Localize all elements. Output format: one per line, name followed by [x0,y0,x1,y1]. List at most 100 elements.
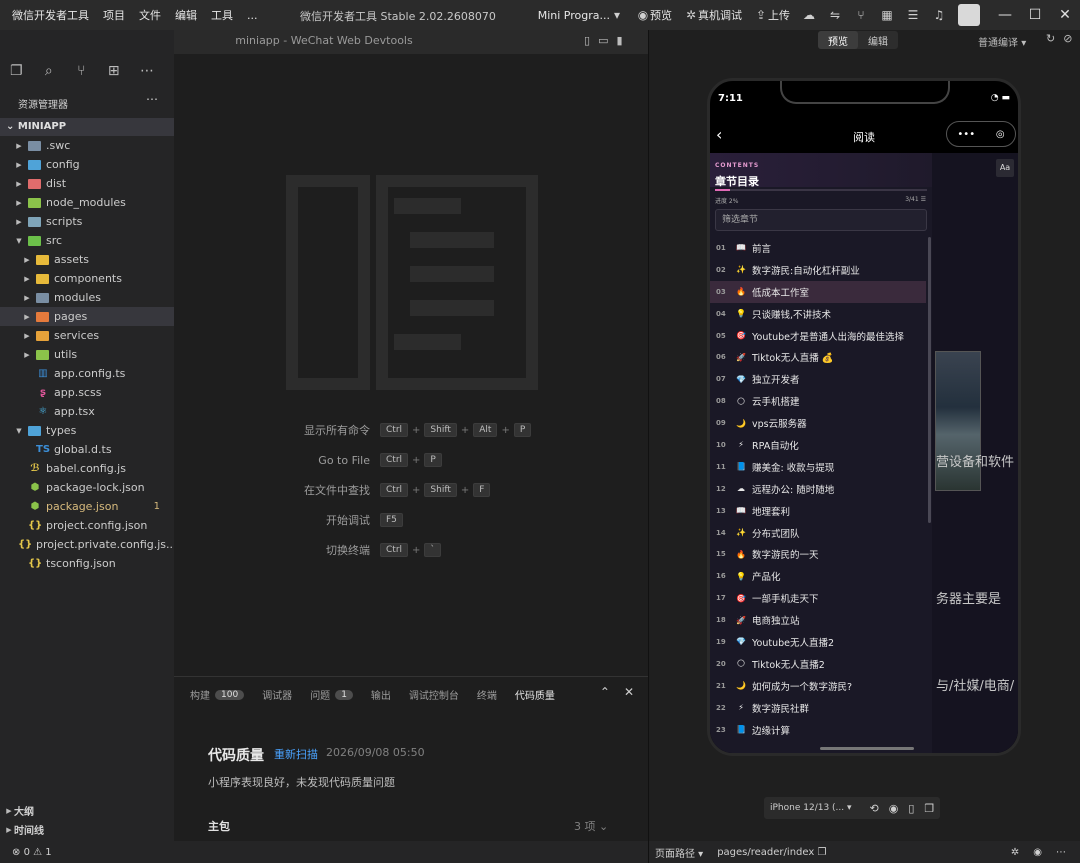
panel-tab[interactable]: 构建 100 [190,687,245,702]
chapter-item[interactable]: 19 💎 Youtube无人直播2 [710,631,926,653]
chapter-item[interactable]: 06 🚀 Tiktok无人直播 💰 [710,346,926,368]
tree-folder[interactable]: ▶ scripts [0,212,174,231]
chapter-item[interactable]: 07 💎 独立开发者 [710,368,926,390]
panel-tab[interactable]: 问题 1 [310,687,353,702]
timeline-header[interactable]: ▶ 时间线 [0,820,174,839]
close-button[interactable]: ✕ [1050,0,1080,30]
panel-tab[interactable]: 调试控制台 [409,687,459,702]
chapter-item[interactable]: 23 📘 边缘计算 [710,719,926,741]
version-button[interactable]: ⑂ [854,8,868,22]
shortcut-row[interactable]: Go to File Ctrl + P [174,451,648,469]
tree-file[interactable]: ⬢ package-lock.json [0,478,174,497]
chapter-item[interactable]: 12 ☁ 远程办公: 随时随地 [710,478,926,500]
explorer-more-icon[interactable]: ⋯ [146,92,158,106]
chapter-item[interactable]: 09 🌙 vps云服务器 [710,412,926,434]
layout-button[interactable]: ▦ [880,8,894,22]
chapter-item[interactable]: 08 🌕 云手机搭建 [710,390,926,412]
menu-button[interactable]: ☰ [906,8,920,22]
device-select[interactable]: iPhone 12/13 (... ▾ [770,803,852,813]
rescan-link[interactable]: 重新扫描 [274,746,318,762]
notification-button[interactable]: ♫ [932,8,946,22]
tree-folder[interactable]: ▶ modules [0,288,174,307]
more-dots-icon[interactable]: ••• [957,129,975,140]
tree-file[interactable]: {} project.private.config.js... [0,535,174,554]
debug-icon[interactable]: ✲ [1011,847,1019,858]
cloud-button[interactable]: ☁ [802,8,816,22]
outline-header[interactable]: ▶ 大纲 [0,801,174,820]
preview-tab[interactable]: 预览 [818,31,858,49]
shortcut-row[interactable]: 在文件中查找 Ctrl + Shift + F [174,481,648,499]
tree-file[interactable]: ⚛ app.tsx [0,402,174,421]
capsule-close-icon[interactable]: ◎ [996,129,1005,140]
error-icon[interactable]: ⊗ [12,847,20,858]
copy-icon[interactable]: ❐ [817,847,826,858]
tree-folder[interactable]: ▶ node_modules [0,193,174,212]
tree-file[interactable]: {} project.config.json [0,516,174,535]
tree-folder[interactable]: ▶ components [0,269,174,288]
menu-project[interactable]: 项目 [103,7,125,23]
chapter-item[interactable]: 02 ✨ 数字游民:自动化杠杆副业 [710,259,926,281]
chapter-item[interactable]: 13 📖 地理套利 [710,500,926,522]
tree-folder[interactable]: ▶ utils [0,345,174,364]
multi-window-icon[interactable]: ❐ [924,802,934,815]
tree-folder[interactable]: ▼ src [0,231,174,250]
source-control-icon[interactable]: ⑂ [75,64,87,78]
more-icon[interactable]: ⋯ [1056,847,1066,858]
avatar[interactable] [958,4,980,26]
chapter-item[interactable]: 22 ⚡ 数字游民社群 [710,697,926,719]
compile-select[interactable]: 普通编译 ▾ [978,34,1026,49]
chapter-item[interactable]: 11 📘 赚美金: 收款与提现 [710,456,926,478]
panel-tab[interactable]: 调试器 [262,687,292,702]
chevron-up-icon[interactable]: ⌃ [600,685,610,699]
chapter-item[interactable]: 04 💡 只谈赚钱,不讲技术 [710,303,926,325]
page-path-select[interactable]: 页面路径 ▾ [655,845,703,860]
chapter-item[interactable]: 17 🎯 一部手机走天下 [710,587,926,609]
tree-file[interactable]: ℬbabel.config.js [0,459,174,478]
preview-button[interactable]: ◉ 预览 [636,7,672,23]
shortcut-row[interactable]: 切换终端 Ctrl + ` [174,541,648,559]
toc-filter-input[interactable]: 筛选章节 [715,209,927,231]
tree-file[interactable]: ⬢ package.json 1 [0,497,174,516]
chapter-item[interactable]: 05 🎯 Youtube才是普通人出海的最佳选择 [710,325,926,347]
eye-icon[interactable]: ◉ [1033,847,1042,858]
shortcut-row[interactable]: 开始调试 F5 [174,511,648,529]
chapter-item[interactable]: 03 🔥 低成本工作室 [710,280,926,303]
record-icon[interactable]: ◉ [889,802,899,815]
tree-folder[interactable]: ▶ dist [0,174,174,193]
warning-count[interactable]: 1 [45,847,51,858]
rotate-icon[interactable]: ⟲ [870,802,879,815]
font-size-button[interactable]: Aa [996,159,1014,177]
tree-folder[interactable]: ▶ config [0,155,174,174]
chapter-item[interactable]: 14 ✨ 分布式团队 [710,522,926,544]
chapter-item[interactable]: 20 🌕 Tiktok无人直播2 [710,653,926,675]
menu-app[interactable]: 微信开发者工具 [12,7,89,23]
chapter-item[interactable]: 01 📖 前言 [710,237,926,259]
menu-more[interactable]: ... [247,9,258,22]
warning-icon[interactable]: ⚠ [33,847,42,858]
files-icon[interactable]: ❐ [10,64,23,78]
panel-tab[interactable]: 代码质量 [515,687,555,702]
chapter-item[interactable]: 21 🌙 如何成为一个数字游民? [710,675,926,697]
toggle-sidebar-icon[interactable]: ▯ [584,34,590,47]
extensions-icon[interactable]: ⊞ [108,64,120,78]
tree-folder[interactable]: ▶ .swc [0,136,174,155]
toggle-panel-icon[interactable]: ▭ [598,34,608,47]
tree-file[interactable]: ʂ app.scss [0,383,174,402]
chapter-item[interactable]: 18 🚀 电商独立站 [710,609,926,631]
mode-select[interactable]: Mini Progra... ▾ [538,8,624,22]
chapter-item[interactable]: 15 🔥 数字游民的一天 [710,543,926,565]
close-panel-icon[interactable]: ✕ [624,685,634,699]
toc-scrollbar[interactable] [928,237,931,523]
chapter-item[interactable]: 10 ⚡ RPA自动化 [710,434,926,456]
real-debug-button[interactable]: ✲ 真机调试 [684,7,742,23]
shortcut-row[interactable]: 显示所有命令 Ctrl + Shift + Alt + P [174,421,648,439]
tree-file[interactable]: ▥ app.config.ts [0,364,174,383]
upload-button[interactable]: ⇪ 上传 [754,7,790,23]
tree-file[interactable]: {} tsconfig.json [0,554,174,573]
clear-icon[interactable]: ⊘ [1063,32,1072,45]
panel-tab[interactable]: 输出 [371,687,391,702]
toggle-secondary-icon[interactable]: ▮ [616,34,622,47]
edit-tab[interactable]: 编辑 [858,31,898,49]
menu-file[interactable]: 文件 [139,7,161,23]
tree-file[interactable]: TS global.d.ts [0,440,174,459]
